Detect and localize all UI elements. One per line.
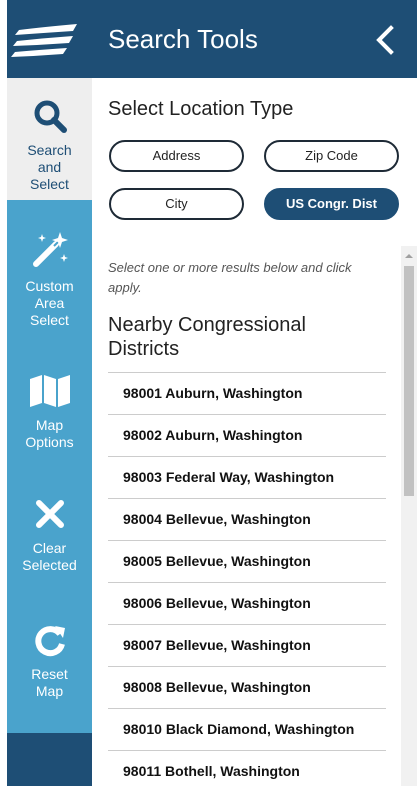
results-list: 98001 Auburn, Washington 98002 Auburn, Wa… <box>108 372 386 786</box>
result-item[interactable]: 98006 Bellevue, Washington <box>108 582 386 624</box>
rail-custom-line3: Select <box>30 312 69 328</box>
zip-code-type-button[interactable]: Zip Code <box>264 140 399 172</box>
section-title: Select Location Type <box>108 98 294 120</box>
rail-search-line2: and <box>37 159 62 175</box>
result-item[interactable]: 98003 Federal Way, Washington <box>108 456 386 498</box>
rail-search-and-select[interactable]: Search and Select <box>7 78 92 200</box>
logo-icon <box>11 24 77 57</box>
chevron-left-icon <box>376 25 394 55</box>
result-item[interactable]: 98004 Bellevue, Washington <box>108 498 386 540</box>
rail-reset-line2: Map <box>35 683 64 699</box>
results-heading: Nearby Congressional Districts <box>108 314 306 360</box>
map-icon <box>29 375 70 407</box>
rail-clear-selected[interactable]: Clear Selected <box>7 498 92 588</box>
rail-clear-line1: Clear <box>32 540 67 556</box>
search-icon <box>34 100 67 133</box>
result-item[interactable]: 98011 Bothell, Washington <box>108 750 386 786</box>
result-item[interactable]: 98001 Auburn, Washington <box>108 372 386 414</box>
results-area: Select one or more results below and cli… <box>92 246 417 786</box>
results-scrollbar[interactable] <box>401 246 417 786</box>
collapse-panel-button[interactable] <box>371 23 401 57</box>
tool-rail: Search and Select Custom Area Select Map <box>7 78 92 786</box>
rail-custom-line1: Custom <box>25 278 74 294</box>
rail-map-line2: Options <box>25 434 74 450</box>
reset-icon <box>34 626 65 657</box>
header-bar: Search Tools <box>7 0 417 78</box>
rail-reset-line1: Reset <box>31 666 68 682</box>
scroll-up-arrow-icon[interactable] <box>401 250 417 262</box>
rail-footer <box>7 733 92 786</box>
rail-clear-line2: Selected <box>22 557 77 573</box>
result-item[interactable]: 98010 Black Diamond, Washington <box>108 708 386 750</box>
results-hint: Select one or more results below and cli… <box>108 260 352 295</box>
city-type-button[interactable]: City <box>109 188 244 220</box>
result-item[interactable]: 98007 Bellevue, Washington <box>108 624 386 666</box>
rail-map-line1: Map <box>35 417 64 433</box>
rail-custom-line2: Area <box>34 295 65 311</box>
rail-custom-area-select[interactable]: Custom Area Select <box>7 230 92 340</box>
rail-search-line1: Search <box>27 142 72 158</box>
address-type-button[interactable]: Address <box>109 140 244 172</box>
rail-map-options[interactable]: Map Options <box>7 375 92 465</box>
result-item[interactable]: 98005 Bellevue, Washington <box>108 540 386 582</box>
us-congr-dist-type-button[interactable]: US Congr. Dist <box>264 188 399 220</box>
search-panel: Select Location Type Address Zip Code Ci… <box>92 78 417 786</box>
close-icon <box>35 500 64 528</box>
rail-search-line3: Select <box>30 176 69 192</box>
rail-reset-map[interactable]: Reset Map <box>7 624 92 714</box>
scrollbar-thumb[interactable] <box>404 266 414 496</box>
app-frame: Search Tools Search and Select Custom Ar… <box>7 0 417 786</box>
result-item[interactable]: 98002 Auburn, Washington <box>108 414 386 456</box>
result-item[interactable]: 98008 Bellevue, Washington <box>108 666 386 708</box>
header-title: Search Tools <box>108 24 258 54</box>
magic-wand-icon <box>32 232 68 267</box>
